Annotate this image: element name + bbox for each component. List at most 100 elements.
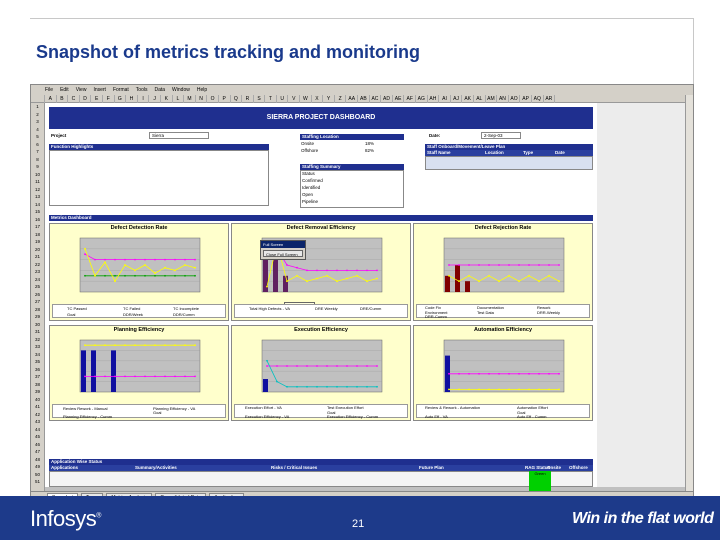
column-header[interactable]: J — [149, 94, 161, 103]
row-header[interactable]: 18 — [31, 231, 44, 239]
chart-planning-efficiency[interactable]: Planning Efficiency Review Rework - Manu… — [49, 325, 229, 421]
column-header[interactable]: AO — [509, 94, 521, 103]
row-header[interactable]: 31 — [31, 328, 44, 336]
menu-view[interactable]: View — [76, 87, 87, 93]
column-header[interactable]: AN — [497, 94, 509, 103]
chart-defect-removal[interactable]: Defect Removal Efficiency Category Axis … — [231, 223, 411, 321]
column-header[interactable]: F — [103, 94, 115, 103]
row-header[interactable]: 9 — [31, 163, 44, 171]
column-header[interactable]: D — [80, 94, 92, 103]
row-header[interactable]: 11 — [31, 178, 44, 186]
row-header[interactable]: 1 — [31, 103, 44, 111]
project-value[interactable]: Sierra — [149, 132, 209, 139]
app-status-row[interactable] — [49, 471, 593, 487]
row-header[interactable]: 44 — [31, 426, 44, 434]
column-header[interactable]: V — [288, 94, 301, 103]
row-header[interactable]: 48 — [31, 456, 44, 464]
row-header[interactable]: 49 — [31, 463, 44, 471]
row-header[interactable]: 43 — [31, 418, 44, 426]
column-header[interactable]: Z — [335, 94, 347, 103]
row-header[interactable]: 46 — [31, 441, 44, 449]
column-header[interactable]: AI — [439, 94, 451, 103]
column-header[interactable]: L — [173, 94, 185, 103]
row-header[interactable]: 26 — [31, 291, 44, 299]
worksheet[interactable]: SIERRA PROJECT DASHBOARD Project Sierra … — [45, 103, 597, 493]
column-header[interactable]: Y — [323, 94, 335, 103]
column-header[interactable]: AA — [346, 94, 359, 103]
column-header[interactable]: AJ — [451, 94, 463, 103]
row-header[interactable]: 32 — [31, 336, 44, 344]
column-header[interactable]: U — [277, 94, 289, 103]
column-header[interactable]: AL — [474, 94, 486, 103]
row-header[interactable]: 22 — [31, 261, 44, 269]
column-header[interactable]: H — [126, 94, 138, 103]
column-header[interactable]: AH — [428, 94, 440, 103]
row-header[interactable]: 36 — [31, 366, 44, 374]
row-header[interactable]: 19 — [31, 238, 44, 246]
row-header[interactable]: 29 — [31, 313, 44, 321]
column-header[interactable]: R — [242, 94, 254, 103]
column-header[interactable]: K — [161, 94, 173, 103]
chart-execution-efficiency[interactable]: Execution Efficiency Execution Effort - … — [231, 325, 411, 421]
menu-window[interactable]: Window — [172, 87, 190, 93]
column-header[interactable]: B — [57, 94, 69, 103]
chart-defect-rejection[interactable]: Defect Rejection Rate Code Fix Documenta… — [413, 223, 593, 321]
row-header[interactable]: 17 — [31, 223, 44, 231]
row-header[interactable]: 20 — [31, 246, 44, 254]
row-header[interactable]: 37 — [31, 373, 44, 381]
row-header[interactable]: 27 — [31, 298, 44, 306]
menu-help[interactable]: Help — [197, 87, 207, 93]
row-header[interactable]: 28 — [31, 306, 44, 314]
menu-insert[interactable]: Insert — [93, 87, 106, 93]
row-header[interactable]: 2 — [31, 111, 44, 119]
column-header[interactable]: AF — [404, 94, 416, 103]
row-header[interactable]: 39 — [31, 388, 44, 396]
row-header[interactable]: 41 — [31, 403, 44, 411]
row-header[interactable]: 3 — [31, 118, 44, 126]
column-header[interactable]: C — [68, 94, 80, 103]
row-header[interactable]: 40 — [31, 396, 44, 404]
staff-plan-rows[interactable] — [425, 156, 593, 170]
column-header[interactable]: M — [184, 94, 196, 103]
column-header[interactable]: AQ — [532, 94, 544, 103]
row-header[interactable]: 33 — [31, 343, 44, 351]
column-header[interactable]: AC — [370, 94, 382, 103]
row-header[interactable]: 16 — [31, 216, 44, 224]
row-header[interactable]: 30 — [31, 321, 44, 329]
full-screen-toolbar[interactable]: Full Screen Close Full Screen — [260, 240, 306, 260]
column-header[interactable]: AP — [520, 94, 532, 103]
column-header[interactable]: I — [138, 94, 150, 103]
column-header[interactable]: W — [300, 94, 312, 103]
column-header[interactable]: T — [265, 94, 277, 103]
column-header[interactable]: S — [254, 94, 266, 103]
row-header[interactable]: 15 — [31, 208, 44, 216]
column-header[interactable]: A — [45, 94, 57, 103]
menu-tools[interactable]: Tools — [136, 87, 148, 93]
column-header[interactable]: X — [312, 94, 324, 103]
column-header[interactable]: AK — [462, 94, 474, 103]
function-highlights-box[interactable] — [49, 150, 269, 206]
corner-cell[interactable] — [31, 94, 45, 103]
row-header[interactable]: 25 — [31, 283, 44, 291]
column-header[interactable]: N — [196, 94, 208, 103]
column-header[interactable]: AD — [381, 94, 393, 103]
date-value[interactable]: 2-Sep-03 — [481, 132, 521, 139]
column-header[interactable]: O — [207, 94, 219, 103]
row-header[interactable]: 23 — [31, 268, 44, 276]
column-header[interactable]: AM — [486, 94, 498, 103]
column-header[interactable]: Q — [231, 94, 243, 103]
row-header[interactable]: 7 — [31, 148, 44, 156]
column-header[interactable]: E — [91, 94, 103, 103]
row-header[interactable]: 42 — [31, 411, 44, 419]
vertical-scrollbar[interactable] — [685, 95, 693, 491]
row-header[interactable]: 8 — [31, 156, 44, 164]
row-header[interactable]: 13 — [31, 193, 44, 201]
row-header[interactable]: 38 — [31, 381, 44, 389]
chart-defect-detection[interactable]: Defect Detection Rate TC Passed TC Faile… — [49, 223, 229, 321]
column-header[interactable]: G — [115, 94, 127, 103]
menu-edit[interactable]: Edit — [60, 87, 69, 93]
column-header[interactable]: AR — [544, 94, 556, 103]
row-header[interactable]: 6 — [31, 141, 44, 149]
menu-format[interactable]: Format — [113, 87, 129, 93]
menu-data[interactable]: Data — [154, 87, 165, 93]
